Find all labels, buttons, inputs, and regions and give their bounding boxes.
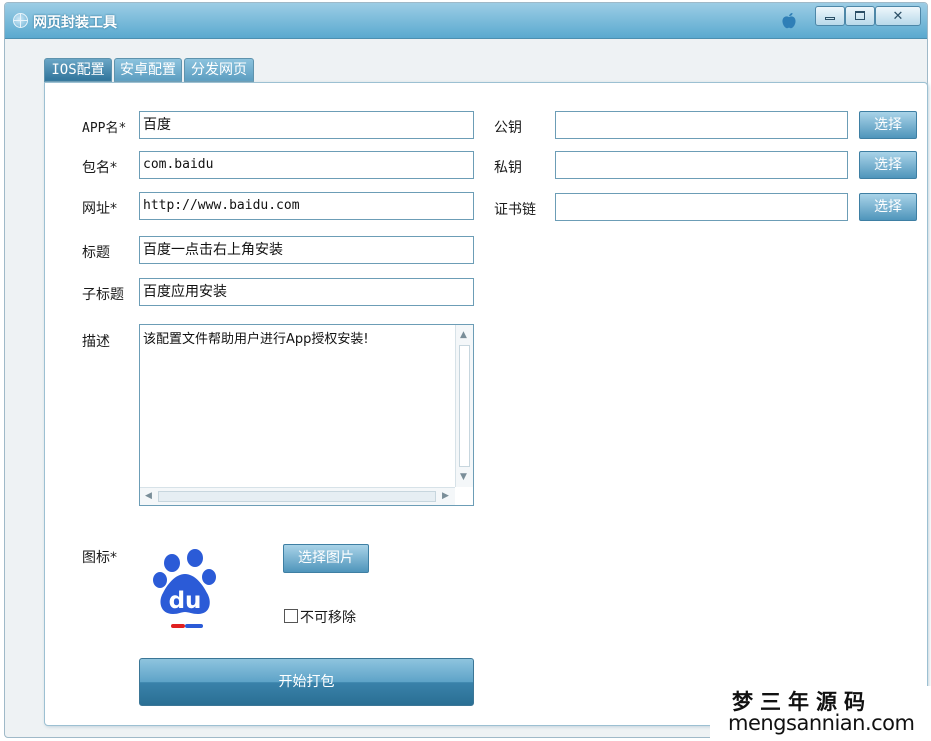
url-input[interactable]: http://www.baidu.com — [139, 192, 474, 220]
scroll-right-icon[interactable]: ▶ — [442, 491, 449, 501]
window-title: 网页封装工具 — [33, 15, 117, 31]
apple-icon[interactable] — [781, 12, 797, 30]
horizontal-scrollbar[interactable]: ◀ ▶ — [140, 487, 455, 505]
watermark: 梦三年源码 mengsannian.com — [710, 686, 931, 741]
public-key-input[interactable] — [555, 111, 848, 139]
maximize-button[interactable] — [845, 6, 875, 26]
package-name-label: 包名* — [82, 160, 117, 176]
title-bar[interactable]: 网页封装工具 ✕ — [5, 3, 927, 39]
start-packaging-button[interactable]: 开始打包 — [139, 658, 474, 706]
title-label: 标题 — [82, 245, 110, 261]
cert-chain-input[interactable] — [555, 193, 848, 221]
tab-ios-config[interactable]: IOS配置 — [44, 58, 112, 82]
choose-public-key-button[interactable]: 选择 — [859, 111, 917, 139]
minimize-icon — [825, 17, 835, 20]
not-removable-checkbox[interactable] — [284, 609, 298, 623]
public-key-label: 公钥 — [494, 120, 522, 136]
app-name-input[interactable]: 百度 — [139, 111, 474, 139]
url-label: 网址* — [82, 201, 117, 217]
subtitle-label: 子标题 — [82, 287, 124, 303]
icon-label: 图标* — [82, 550, 117, 566]
close-icon: ✕ — [892, 9, 904, 24]
scroll-down-icon[interactable]: ▼ — [460, 472, 467, 482]
app-name-label: APP名* — [82, 121, 127, 136]
baidu-paw-icon: du — [153, 549, 216, 628]
vertical-scroll-thumb[interactable] — [459, 345, 470, 467]
subtitle-input[interactable]: 百度应用安装 — [139, 278, 474, 306]
description-textarea[interactable]: 该配置文件帮助用户进行App授权安装! ▲ ▼ ◀ ▶ — [139, 324, 474, 506]
horizontal-scroll-thumb[interactable] — [158, 491, 436, 502]
choose-image-button[interactable]: 选择图片 — [283, 544, 369, 573]
globe-icon — [13, 13, 28, 28]
tab-distribution-page[interactable]: 分发网页 — [184, 58, 254, 82]
minimize-button[interactable] — [815, 6, 845, 26]
description-text: 该配置文件帮助用户进行App授权安装! — [143, 332, 369, 347]
choose-private-key-button[interactable]: 选择 — [859, 151, 917, 179]
title-input[interactable]: 百度一点击右上角安装 — [139, 236, 474, 264]
close-button[interactable]: ✕ — [875, 6, 921, 26]
vertical-scrollbar[interactable]: ▲ ▼ — [455, 325, 473, 487]
app-icon-preview: du — [139, 543, 235, 631]
scroll-left-icon[interactable]: ◀ — [145, 491, 152, 501]
not-removable-label[interactable]: 不可移除 — [300, 607, 356, 627]
description-label: 描述 — [82, 334, 110, 350]
cert-chain-label: 证书链 — [494, 202, 536, 218]
tab-android-config[interactable]: 安卓配置 — [114, 58, 182, 82]
scroll-up-icon[interactable]: ▲ — [460, 330, 467, 340]
watermark-en-text: mengsannian.com — [728, 711, 915, 735]
choose-cert-chain-button[interactable]: 选择 — [859, 193, 917, 221]
private-key-input[interactable] — [555, 151, 848, 179]
package-name-input[interactable]: com.baidu — [139, 151, 474, 179]
private-key-label: 私钥 — [494, 160, 522, 176]
maximize-icon — [855, 11, 865, 20]
baidu-du-text: du — [169, 588, 202, 614]
